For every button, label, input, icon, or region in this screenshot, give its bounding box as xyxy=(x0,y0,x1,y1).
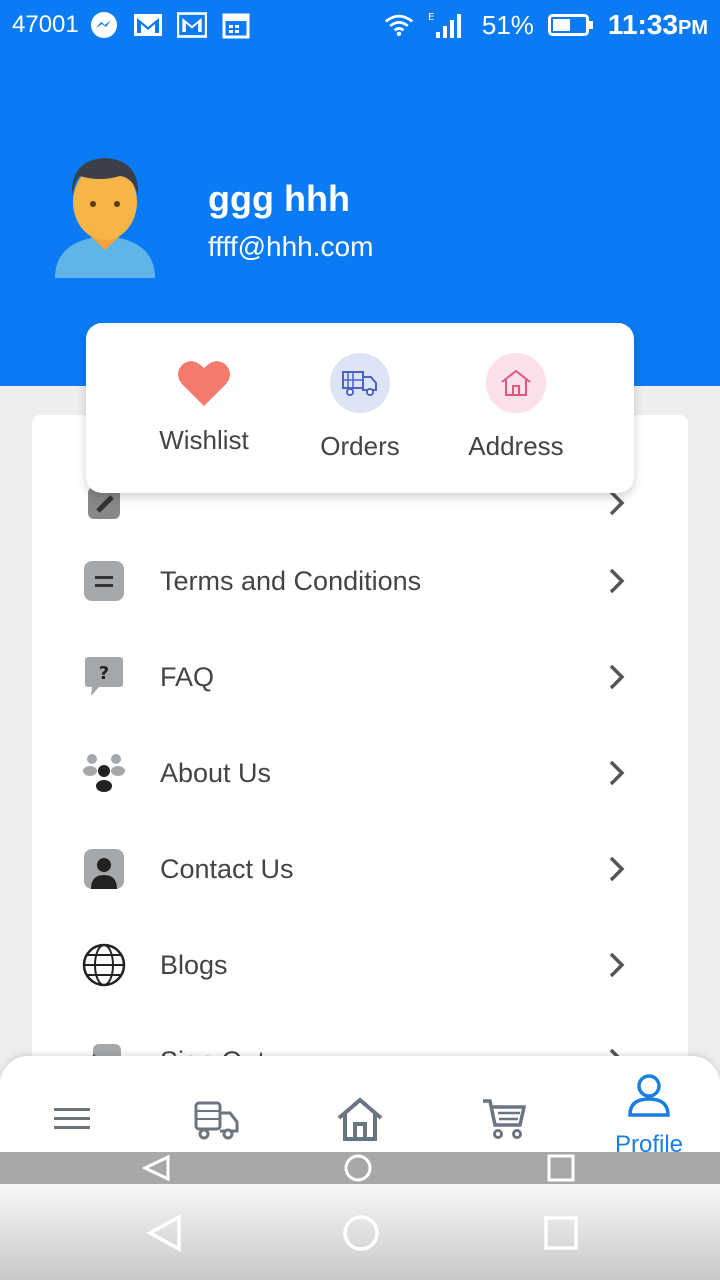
chevron-right-icon xyxy=(606,566,628,596)
cart-icon xyxy=(480,1097,528,1146)
orders-button[interactable]: Orders xyxy=(290,353,430,462)
delivery-truck-icon xyxy=(330,353,390,413)
profile-email: ffff@hhh.com xyxy=(208,231,374,262)
menu-item-terms[interactable]: Terms and Conditions xyxy=(32,533,688,629)
menu-item-label: Contact Us xyxy=(160,853,294,884)
menu-item-label: FAQ xyxy=(160,661,215,692)
menu-card: Terms and Conditions ? FAQ About Us Cont… xyxy=(32,415,688,1115)
profile-icon xyxy=(626,1074,672,1122)
status-bar: 47001 E 51% 11:33PM xyxy=(0,0,720,50)
profile-name: ggg hhh xyxy=(208,178,350,219)
globe-icon xyxy=(82,943,126,987)
avatar xyxy=(50,150,160,280)
wishlist-label: Wishlist xyxy=(159,425,249,455)
menu-item-faq[interactable]: ? FAQ xyxy=(32,629,688,725)
wifi-icon xyxy=(384,12,414,38)
nav-home-button[interactable] xyxy=(330,1096,390,1146)
system-nav-overlay xyxy=(0,1152,720,1184)
address-button[interactable]: Address xyxy=(446,353,586,462)
recents-icon[interactable] xyxy=(546,1154,576,1187)
group-icon xyxy=(82,751,126,795)
menu-item-contact[interactable]: Contact Us xyxy=(32,821,688,917)
carrier-label: 47001 xyxy=(12,11,79,38)
menu-item-label: Blogs xyxy=(160,949,228,980)
quick-actions-card: Wishlist Orders Address xyxy=(86,323,634,493)
home-icon xyxy=(336,1096,384,1147)
gmail-icon xyxy=(176,12,207,38)
nav-menu-button[interactable] xyxy=(42,1096,102,1146)
menu-item-label: About Us xyxy=(160,757,272,788)
hamburger-icon xyxy=(52,1105,92,1138)
chevron-right-icon xyxy=(606,662,628,692)
nav-cart-button[interactable] xyxy=(474,1096,534,1146)
svg-text:?: ? xyxy=(99,663,109,684)
signal-icon: E xyxy=(428,12,468,38)
home-circle-icon[interactable] xyxy=(342,1214,380,1257)
delivery-truck-icon xyxy=(192,1097,240,1146)
nav-profile-button[interactable]: Profile xyxy=(604,1072,694,1159)
contact-card-icon xyxy=(82,847,126,891)
back-icon[interactable] xyxy=(140,1154,172,1187)
chevron-right-icon xyxy=(606,758,628,788)
orders-label: Orders xyxy=(320,431,400,461)
document-icon xyxy=(82,559,126,603)
menu-item-label: Terms and Conditions xyxy=(160,565,422,596)
messenger-icon xyxy=(89,12,119,38)
menu-item-blogs[interactable]: Blogs xyxy=(32,917,688,1013)
wishlist-button[interactable]: Wishlist xyxy=(134,353,274,456)
battery-icon xyxy=(547,12,594,38)
chevron-right-icon xyxy=(606,854,628,884)
heart-icon xyxy=(174,353,234,413)
back-icon[interactable] xyxy=(144,1214,184,1257)
chevron-right-icon xyxy=(606,950,628,980)
home-circle-icon[interactable] xyxy=(342,1154,374,1187)
recents-icon[interactable] xyxy=(542,1214,580,1257)
nav-orders-button[interactable] xyxy=(186,1096,246,1146)
calendar-icon xyxy=(221,12,251,39)
battery-percent: 51% xyxy=(481,9,534,40)
clock: 11:33PM xyxy=(607,9,708,40)
system-navigation-bar xyxy=(0,1184,720,1280)
gmail-icon xyxy=(133,12,163,38)
home-icon xyxy=(486,353,546,413)
address-label: Address xyxy=(468,431,564,461)
svg-text:E: E xyxy=(428,12,434,23)
question-bubble-icon: ? xyxy=(82,655,126,699)
menu-item-about[interactable]: About Us xyxy=(32,725,688,821)
